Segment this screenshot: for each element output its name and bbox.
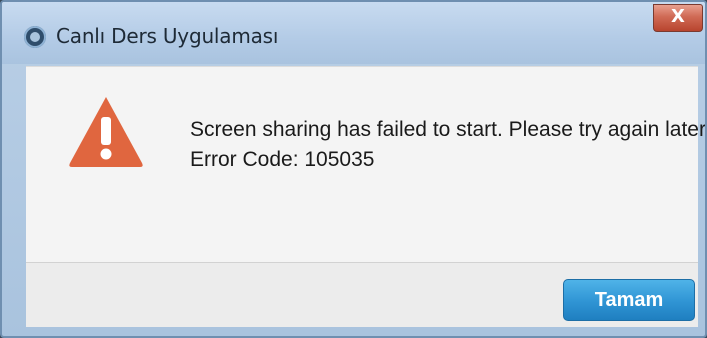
close-button[interactable]: X xyxy=(653,4,703,32)
title-bar[interactable]: Canlı Ders Uygulaması X xyxy=(2,2,705,64)
dialog-footer: Tamam xyxy=(26,262,698,327)
warning-icon xyxy=(69,97,143,167)
dialog-content: Screen sharing has failed to start. Plea… xyxy=(26,66,705,263)
error-dialog: Canlı Ders Uygulaması X Screen sharing h… xyxy=(0,0,707,338)
window-title: Canlı Ders Uygulaması xyxy=(56,24,279,48)
error-message-text: Screen sharing has failed to start. Plea… xyxy=(190,118,707,141)
error-code-text: Error Code: 105035 xyxy=(190,148,375,171)
error-message: Screen sharing has failed to start. Plea… xyxy=(190,115,707,175)
ok-button[interactable]: Tamam xyxy=(563,279,695,321)
app-logo-icon xyxy=(24,26,46,48)
